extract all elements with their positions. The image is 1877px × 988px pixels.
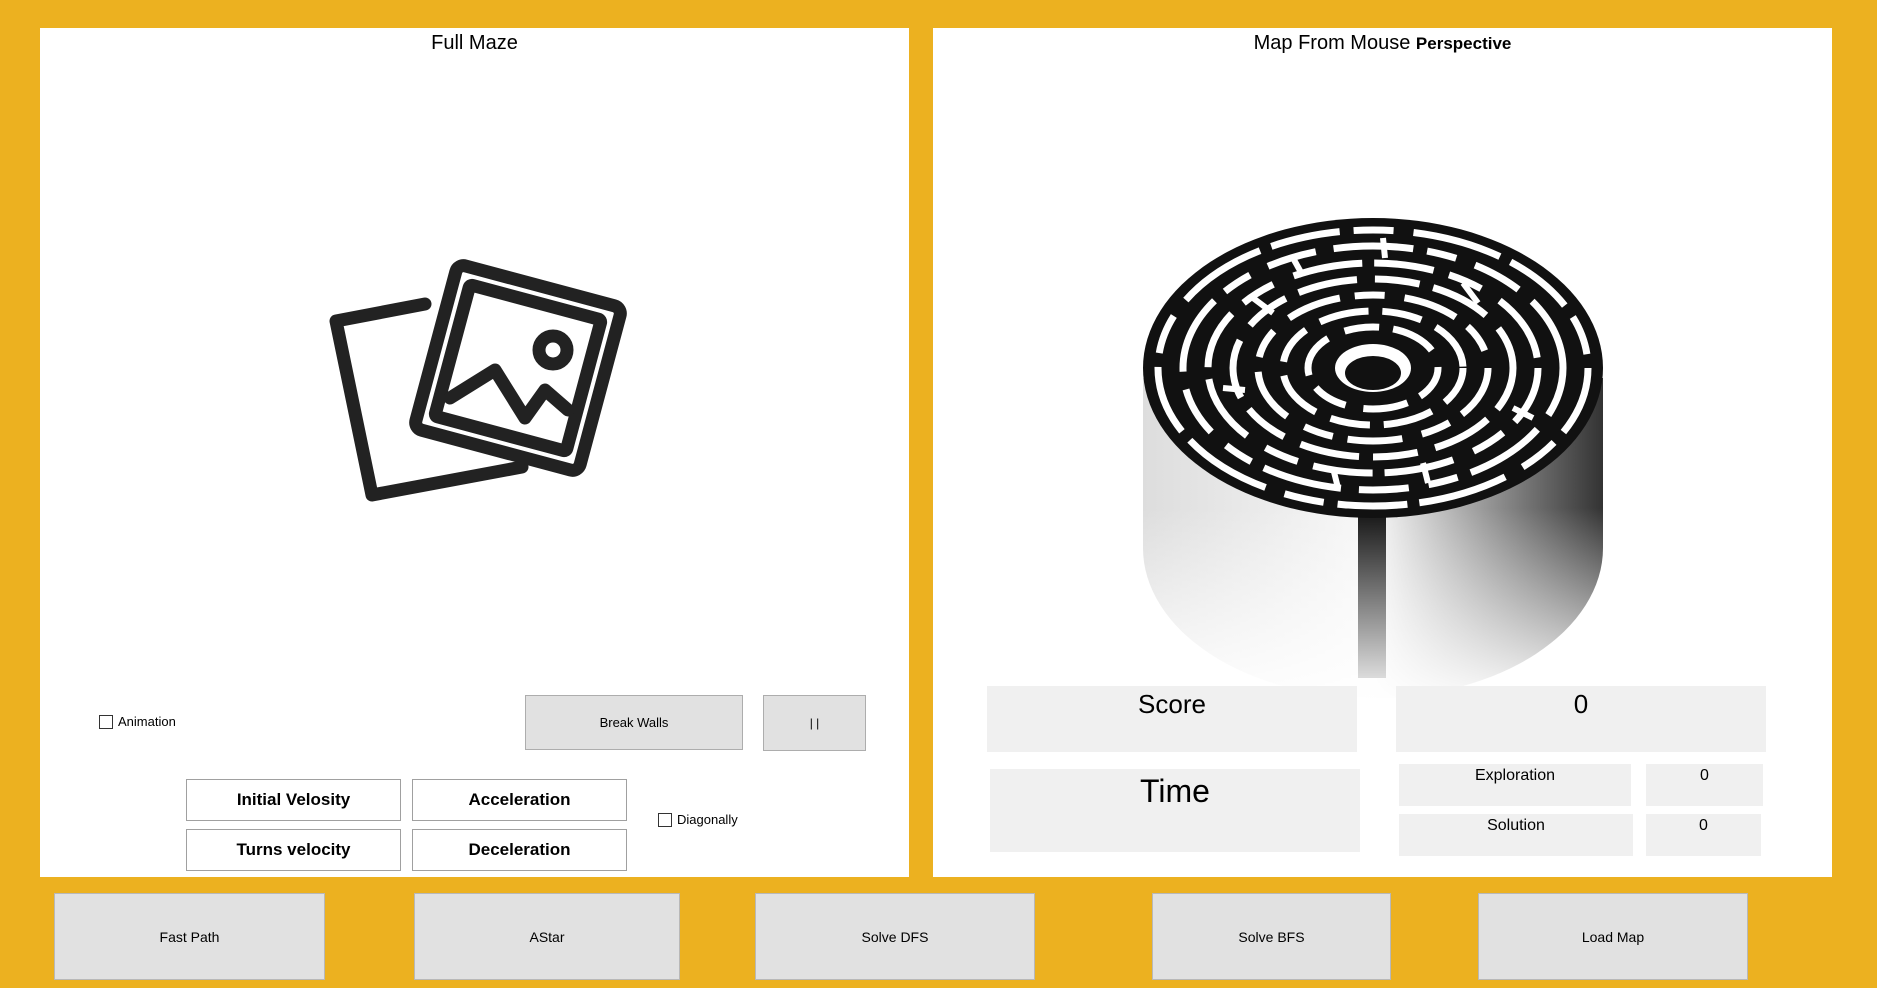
solve-bfs-button[interactable]: Solve BFS	[1152, 893, 1391, 980]
deceleration-input[interactable]: Deceleration	[412, 829, 627, 871]
exploration-label: Exploration	[1474, 767, 1556, 784]
solution-label-box: Solution	[1399, 814, 1633, 856]
solution-label: Solution	[1487, 817, 1545, 834]
mouse-perspective-title: Map From Mouse Perspective	[933, 32, 1832, 55]
diagonally-label: Diagonally	[677, 812, 738, 827]
animation-checkbox[interactable]: Animation	[99, 714, 176, 729]
break-walls-button[interactable]: Break Walls	[525, 695, 743, 750]
animation-label: Animation	[118, 714, 176, 729]
diagonally-checkbox-box[interactable]	[658, 812, 672, 827]
full-maze-panel: Full Maze Animation Break Walls | | Init…	[40, 28, 909, 877]
turns-velocity-input[interactable]: Turns velocity	[186, 829, 401, 871]
score-label: Score	[1138, 689, 1206, 719]
time-label: Time	[1140, 773, 1210, 809]
time-label-box: Time	[990, 769, 1360, 852]
exploration-value: 0	[1700, 767, 1709, 784]
score-value: 0	[1573, 689, 1589, 719]
score-value-box: 0	[1396, 686, 1766, 752]
mouse-perspective-panel: Map From Mouse Perspective Score 0 Time …	[933, 28, 1832, 877]
exploration-value-box: 0	[1646, 764, 1763, 806]
score-label-box: Score	[987, 686, 1357, 752]
fast-path-button[interactable]: Fast Path	[54, 893, 325, 980]
animation-checkbox-box[interactable]	[99, 714, 113, 729]
pause-button[interactable]: | |	[763, 695, 866, 751]
title-small: Perspective	[1415, 34, 1512, 53]
full-maze-title: Full Maze	[431, 32, 518, 54]
diagonally-checkbox[interactable]: Diagonally	[658, 812, 738, 827]
circular-maze-image	[1133, 218, 1613, 708]
exploration-label-box: Exploration	[1399, 764, 1631, 806]
image-placeholder-icon	[329, 259, 627, 502]
solve-dfs-button[interactable]: Solve DFS	[755, 893, 1035, 980]
acceleration-input[interactable]: Acceleration	[412, 779, 627, 821]
astar-button[interactable]: AStar	[414, 893, 680, 980]
initial-velocity-input[interactable]: Initial Velosity	[186, 779, 401, 821]
solution-value: 0	[1699, 817, 1708, 834]
solution-value-box: 0	[1646, 814, 1761, 856]
title-main: Map From Mouse	[1253, 32, 1411, 54]
load-map-button[interactable]: Load Map	[1478, 893, 1748, 980]
